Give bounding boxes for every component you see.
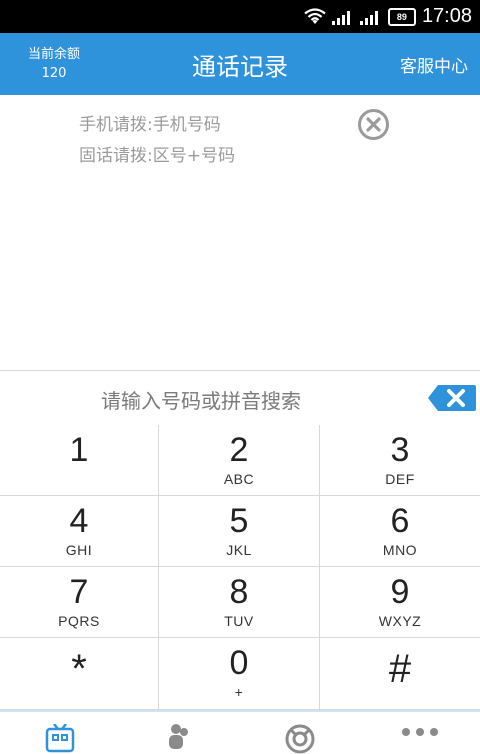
contacts-icon	[169, 724, 188, 749]
key-digit: 1	[69, 431, 89, 469]
key-5[interactable]: 5 JKL	[159, 496, 320, 567]
key-digit: *	[71, 647, 87, 691]
key-letters: PQRS	[58, 613, 100, 629]
key-4[interactable]: 4 GHI	[0, 496, 159, 567]
key-letters: DEF	[385, 471, 415, 487]
nav-item-contacts[interactable]	[120, 712, 240, 749]
signal-icon	[331, 10, 350, 25]
signal-icon	[359, 10, 378, 25]
bottom-nav	[0, 710, 480, 754]
nav-item-support[interactable]	[240, 712, 360, 754]
key-digit: 4	[69, 502, 89, 540]
key-digit: 8	[229, 573, 249, 611]
dial-hints: 手机请拨:手机号码 固话请拨:区号+号码	[79, 110, 235, 172]
key-7[interactable]: 7 PQRS	[0, 567, 159, 638]
key-digit: 0	[229, 644, 249, 682]
header-bar: 当前余额 120 通话记录 客服中心	[0, 33, 480, 95]
nav-item-more[interactable]	[360, 712, 480, 747]
nav-item-dialpad[interactable]	[0, 712, 120, 753]
key-star[interactable]: *	[0, 638, 159, 710]
key-letters: TUV	[224, 613, 254, 629]
key-letters: WXYZ	[378, 613, 422, 629]
status-bar: 89 17:08	[0, 0, 480, 33]
dialpad-icon	[45, 724, 75, 753]
key-1[interactable]: 1	[0, 425, 159, 496]
key-9[interactable]: 9 WXYZ	[320, 567, 480, 638]
key-letters: ABC	[223, 471, 255, 487]
key-digit: #	[388, 647, 412, 691]
wifi-icon	[304, 7, 326, 24]
status-icons: 89 17:08	[304, 0, 472, 33]
status-time: 17:08	[421, 5, 472, 27]
key-digit: 2	[229, 431, 249, 469]
support-icon	[285, 724, 315, 754]
key-digit: 7	[69, 573, 89, 611]
key-letters: JKL	[226, 542, 252, 558]
backspace-icon[interactable]	[427, 383, 477, 413]
more-icon	[402, 728, 438, 736]
key-6[interactable]: 6 MNO	[320, 496, 480, 567]
key-digit: 9	[390, 573, 410, 611]
key-letters: GHI	[65, 542, 93, 558]
key-3[interactable]: 3 DEF	[320, 425, 480, 496]
search-bar[interactable]: 请输入号码或拼音搜索	[0, 370, 480, 426]
key-8[interactable]: 8 TUV	[159, 567, 320, 638]
landline-hint: 固话请拨:区号+号码	[79, 146, 235, 166]
customer-service-button[interactable]: 客服中心	[400, 52, 468, 77]
key-2[interactable]: 2 ABC	[159, 425, 320, 496]
key-0[interactable]: 0 +	[159, 638, 320, 710]
close-icon[interactable]	[357, 108, 390, 141]
key-digit: 5	[229, 502, 249, 540]
key-hash[interactable]: #	[320, 638, 480, 710]
search-input[interactable]: 请输入号码或拼音搜索	[101, 385, 301, 414]
key-digit: 6	[390, 502, 410, 540]
battery-icon: 89	[387, 7, 416, 26]
key-digit: 3	[390, 431, 410, 469]
dial-keypad: 1 2 ABC 3 DEF 4 GHI 5 JKL 6 MNO 7 PQRS 8 TUV 9 W…	[0, 425, 480, 710]
key-letters: +	[234, 684, 244, 700]
key-letters: MNO	[382, 542, 418, 558]
mobile-hint: 手机请拨:手机号码	[79, 115, 221, 135]
